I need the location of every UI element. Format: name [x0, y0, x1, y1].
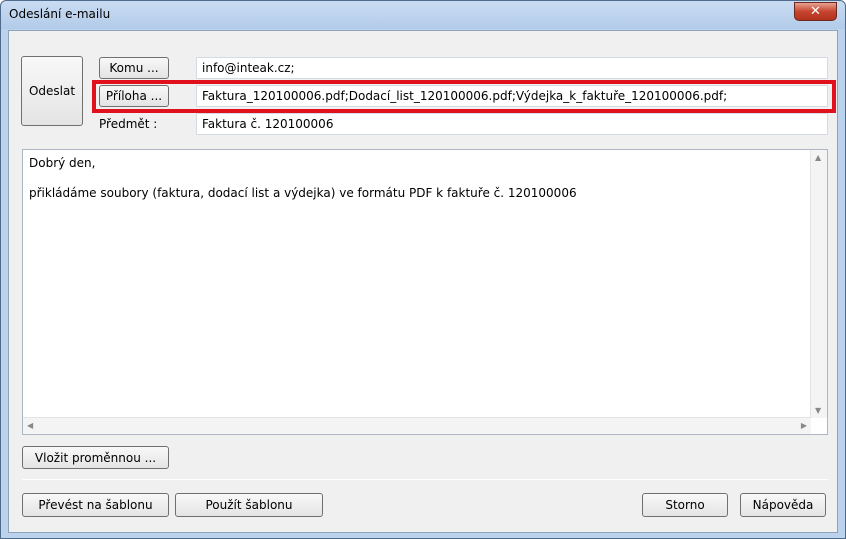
cancel-label: Storno: [665, 498, 705, 512]
convert-template-button[interactable]: Převést na šablonu: [22, 493, 169, 517]
close-icon: ✕: [810, 4, 821, 19]
message-text: Dobrý den, přikládáme soubory (faktura, …: [29, 156, 577, 201]
attachment-highlight-box: [92, 80, 836, 113]
send-button-label: Odeslat: [28, 84, 76, 98]
to-field-value: info@inteak.cz;: [202, 61, 295, 75]
title-bar[interactable]: Odeslání e-mailu ✕: [1, 1, 845, 29]
scroll-up-icon[interactable]: ▲: [815, 153, 821, 162]
scroll-right-icon[interactable]: ▶: [801, 421, 807, 430]
message-line: přikládáme soubory (faktura, dodací list…: [29, 186, 577, 200]
convert-template-label: Převést na šablonu: [38, 498, 153, 512]
help-label: Nápověda: [752, 498, 814, 512]
help-button[interactable]: Nápověda: [740, 493, 826, 517]
close-button[interactable]: ✕: [794, 2, 837, 21]
to-field[interactable]: info@inteak.cz;: [196, 57, 828, 79]
subject-field[interactable]: Faktura č. 120100006: [196, 113, 828, 135]
send-button[interactable]: Odeslat: [21, 56, 83, 126]
subject-field-value: Faktura č. 120100006: [202, 117, 334, 131]
window-title: Odeslání e-mailu: [9, 7, 111, 21]
subject-label: Předmět :: [99, 117, 158, 131]
dialog-client-area: Odeslat Komu ... info@inteak.cz; Příloha…: [8, 30, 838, 533]
message-body-editor[interactable]: Dobrý den, přikládáme soubory (faktura, …: [22, 149, 828, 435]
to-button-label: Komu ...: [109, 61, 159, 75]
message-line: Dobrý den,: [29, 156, 96, 170]
insert-variable-button[interactable]: Vložit proměnnou ...: [22, 446, 169, 469]
cancel-button[interactable]: Storno: [642, 493, 728, 517]
vertical-scrollbar[interactable]: ▲ ▼: [810, 150, 827, 418]
scroll-left-icon[interactable]: ◀: [27, 421, 33, 430]
to-button[interactable]: Komu ...: [99, 57, 169, 79]
use-template-label: Použít šablonu: [205, 498, 293, 512]
use-template-button[interactable]: Použít šablonu: [175, 493, 323, 517]
horizontal-scrollbar[interactable]: ◀ ▶: [23, 417, 811, 434]
scroll-down-icon[interactable]: ▼: [815, 406, 821, 415]
email-dialog-window: Odeslání e-mailu ✕ Odeslat Komu ... info…: [0, 0, 846, 539]
footer-separator: [22, 479, 828, 480]
insert-variable-label: Vložit proměnnou ...: [34, 450, 157, 465]
